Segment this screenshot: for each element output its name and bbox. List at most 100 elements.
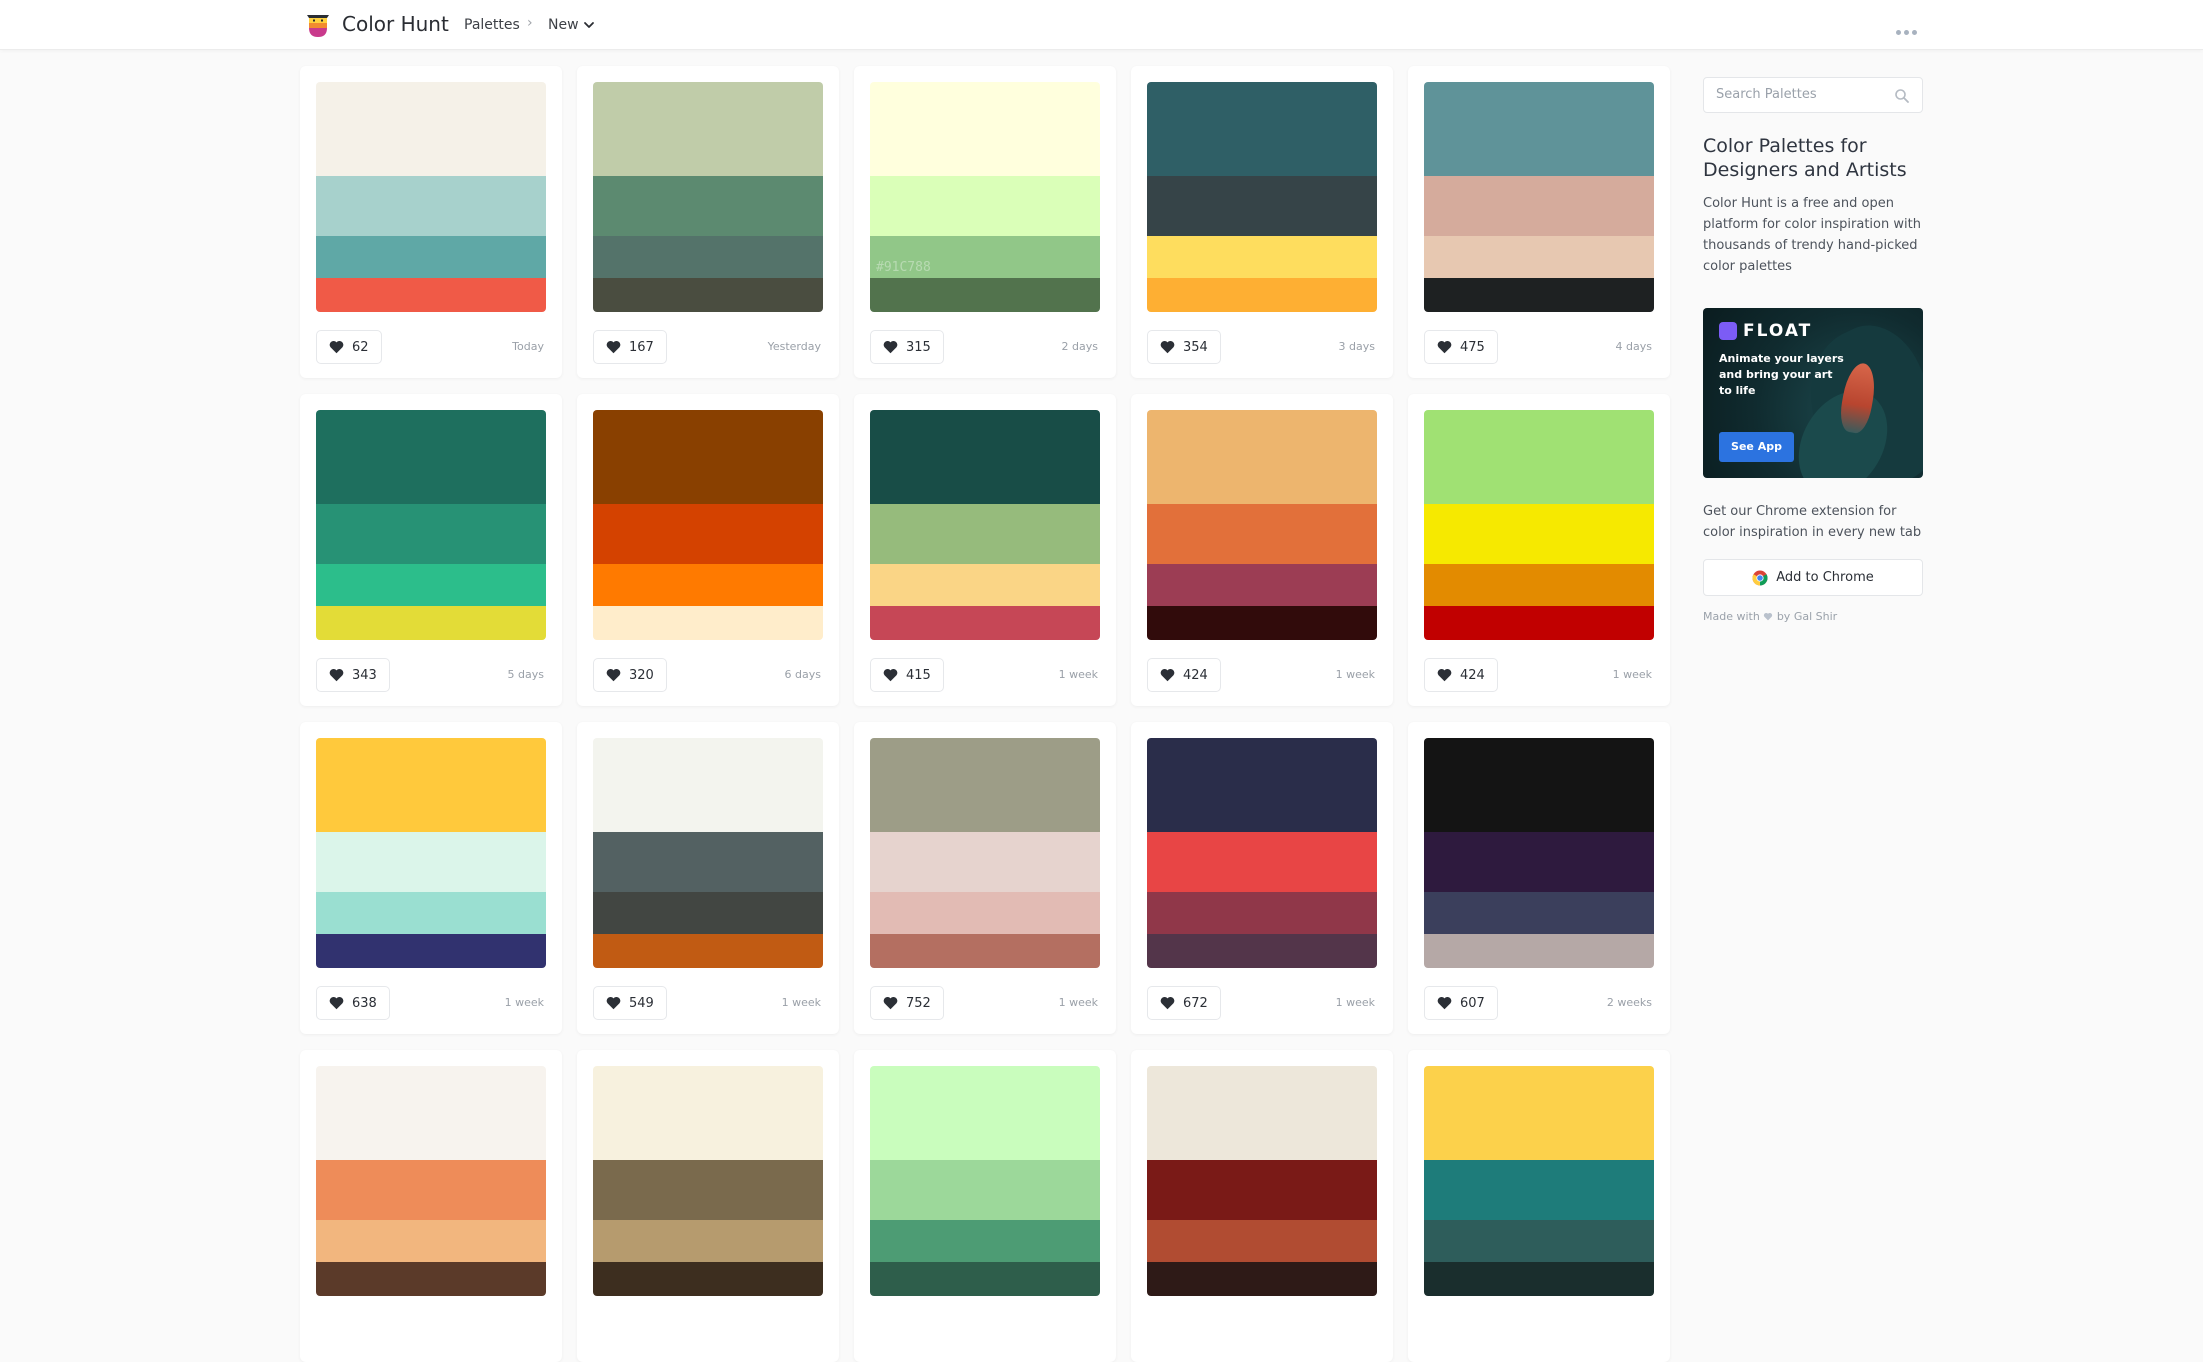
color-swatch[interactable] bbox=[870, 1066, 1100, 1160]
color-swatch[interactable] bbox=[1424, 1160, 1654, 1220]
palette-swatches[interactable] bbox=[316, 1066, 546, 1296]
color-swatch[interactable]: #91C788 bbox=[870, 236, 1100, 278]
color-swatch[interactable] bbox=[1147, 606, 1377, 640]
color-swatch[interactable] bbox=[870, 892, 1100, 934]
color-swatch[interactable] bbox=[316, 606, 546, 640]
see-app-button[interactable]: See App bbox=[1719, 432, 1794, 462]
color-swatch[interactable] bbox=[1147, 564, 1377, 606]
like-button[interactable]: 343 bbox=[316, 658, 390, 692]
made-with-author[interactable]: by Gal Shir bbox=[1777, 610, 1837, 623]
swatch-hex-label[interactable]: #91C788 bbox=[876, 260, 931, 275]
color-swatch[interactable] bbox=[1147, 738, 1377, 832]
color-swatch[interactable] bbox=[593, 176, 823, 236]
color-swatch[interactable] bbox=[593, 1262, 823, 1296]
color-swatch[interactable] bbox=[870, 176, 1100, 236]
palette-swatches[interactable] bbox=[593, 738, 823, 968]
color-swatch[interactable] bbox=[1424, 410, 1654, 504]
color-swatch[interactable] bbox=[316, 1220, 546, 1262]
color-swatch[interactable] bbox=[593, 892, 823, 934]
color-swatch[interactable] bbox=[1424, 1220, 1654, 1262]
color-swatch[interactable] bbox=[1147, 410, 1377, 504]
color-swatch[interactable] bbox=[870, 1160, 1100, 1220]
like-button[interactable]: 752 bbox=[870, 986, 944, 1020]
like-button[interactable]: 315 bbox=[870, 330, 944, 364]
color-swatch[interactable] bbox=[870, 82, 1100, 176]
palette-swatches[interactable] bbox=[1424, 82, 1654, 312]
palette-card[interactable]: 638 1 week bbox=[300, 722, 562, 1034]
palette-card[interactable]: 62 Today bbox=[300, 66, 562, 378]
palette-swatches[interactable] bbox=[870, 1066, 1100, 1296]
color-swatch[interactable] bbox=[870, 606, 1100, 640]
color-swatch[interactable] bbox=[316, 934, 546, 968]
color-swatch[interactable] bbox=[870, 1262, 1100, 1296]
color-swatch[interactable] bbox=[316, 892, 546, 934]
color-swatch[interactable] bbox=[593, 410, 823, 504]
like-button[interactable]: 672 bbox=[1147, 986, 1221, 1020]
chevron-down-icon[interactable] bbox=[582, 18, 596, 32]
color-swatch[interactable] bbox=[870, 738, 1100, 832]
color-swatch[interactable] bbox=[593, 1220, 823, 1262]
brand-name[interactable]: Color Hunt bbox=[342, 12, 449, 36]
palette-swatches[interactable] bbox=[316, 738, 546, 968]
color-swatch[interactable] bbox=[316, 278, 546, 312]
color-swatch[interactable] bbox=[870, 1220, 1100, 1262]
palette-card[interactable]: 167 Yesterday bbox=[577, 66, 839, 378]
palette-card[interactable]: 424 1 week bbox=[1131, 394, 1393, 706]
palette-card[interactable]: 549 1 week bbox=[577, 722, 839, 1034]
palette-swatches[interactable] bbox=[1147, 410, 1377, 640]
color-swatch[interactable] bbox=[1147, 1220, 1377, 1262]
color-swatch[interactable] bbox=[870, 934, 1100, 968]
palette-card[interactable] bbox=[577, 1050, 839, 1362]
palette-card[interactable] bbox=[300, 1050, 562, 1362]
like-button[interactable]: 549 bbox=[593, 986, 667, 1020]
palette-card[interactable]: 672 1 week bbox=[1131, 722, 1393, 1034]
color-swatch[interactable] bbox=[593, 504, 823, 564]
color-swatch[interactable] bbox=[1424, 278, 1654, 312]
color-swatch[interactable] bbox=[1147, 892, 1377, 934]
search-input[interactable] bbox=[1716, 87, 1886, 102]
palette-swatches[interactable] bbox=[1147, 1066, 1377, 1296]
color-swatch[interactable] bbox=[593, 606, 823, 640]
color-swatch[interactable] bbox=[870, 504, 1100, 564]
add-to-chrome-button[interactable]: Add to Chrome bbox=[1703, 559, 1923, 596]
palette-card[interactable] bbox=[1131, 1050, 1393, 1362]
palette-swatches[interactable] bbox=[316, 82, 546, 312]
color-swatch[interactable] bbox=[316, 236, 546, 278]
color-swatch[interactable] bbox=[1424, 934, 1654, 968]
color-swatch[interactable] bbox=[316, 410, 546, 504]
color-swatch[interactable] bbox=[1424, 1066, 1654, 1160]
palette-swatches[interactable] bbox=[1424, 1066, 1654, 1296]
color-swatch[interactable] bbox=[1147, 832, 1377, 892]
color-swatch[interactable] bbox=[1147, 504, 1377, 564]
search-icon[interactable] bbox=[1894, 88, 1910, 104]
like-button[interactable]: 62 bbox=[316, 330, 382, 364]
color-swatch[interactable] bbox=[1147, 176, 1377, 236]
color-swatch[interactable] bbox=[593, 564, 823, 606]
palette-card[interactable]: 607 2 weeks bbox=[1408, 722, 1670, 1034]
color-swatch[interactable] bbox=[316, 176, 546, 236]
palette-swatches[interactable] bbox=[593, 82, 823, 312]
color-swatch[interactable] bbox=[1147, 236, 1377, 278]
palette-swatches[interactable]: #91C788 bbox=[870, 82, 1100, 312]
color-swatch[interactable] bbox=[1424, 564, 1654, 606]
color-swatch[interactable] bbox=[316, 738, 546, 832]
like-button[interactable]: 424 bbox=[1147, 658, 1221, 692]
more-options-icon[interactable] bbox=[1896, 20, 1922, 35]
like-button[interactable]: 415 bbox=[870, 658, 944, 692]
color-swatch[interactable] bbox=[316, 564, 546, 606]
color-swatch[interactable] bbox=[593, 738, 823, 832]
like-button[interactable]: 167 bbox=[593, 330, 667, 364]
palette-card[interactable]: 354 3 days bbox=[1131, 66, 1393, 378]
palette-card[interactable] bbox=[854, 1050, 1116, 1362]
color-swatch[interactable] bbox=[1424, 1262, 1654, 1296]
color-swatch[interactable] bbox=[1424, 606, 1654, 640]
palette-card[interactable]: #91C788 315 2 days bbox=[854, 66, 1116, 378]
color-swatch[interactable] bbox=[316, 832, 546, 892]
palette-swatches[interactable] bbox=[1424, 738, 1654, 968]
palette-card[interactable]: 752 1 week bbox=[854, 722, 1116, 1034]
color-swatch[interactable] bbox=[870, 278, 1100, 312]
color-swatch[interactable] bbox=[1424, 82, 1654, 176]
like-button[interactable]: 424 bbox=[1424, 658, 1498, 692]
color-swatch[interactable] bbox=[1424, 892, 1654, 934]
palette-card[interactable]: 424 1 week bbox=[1408, 394, 1670, 706]
